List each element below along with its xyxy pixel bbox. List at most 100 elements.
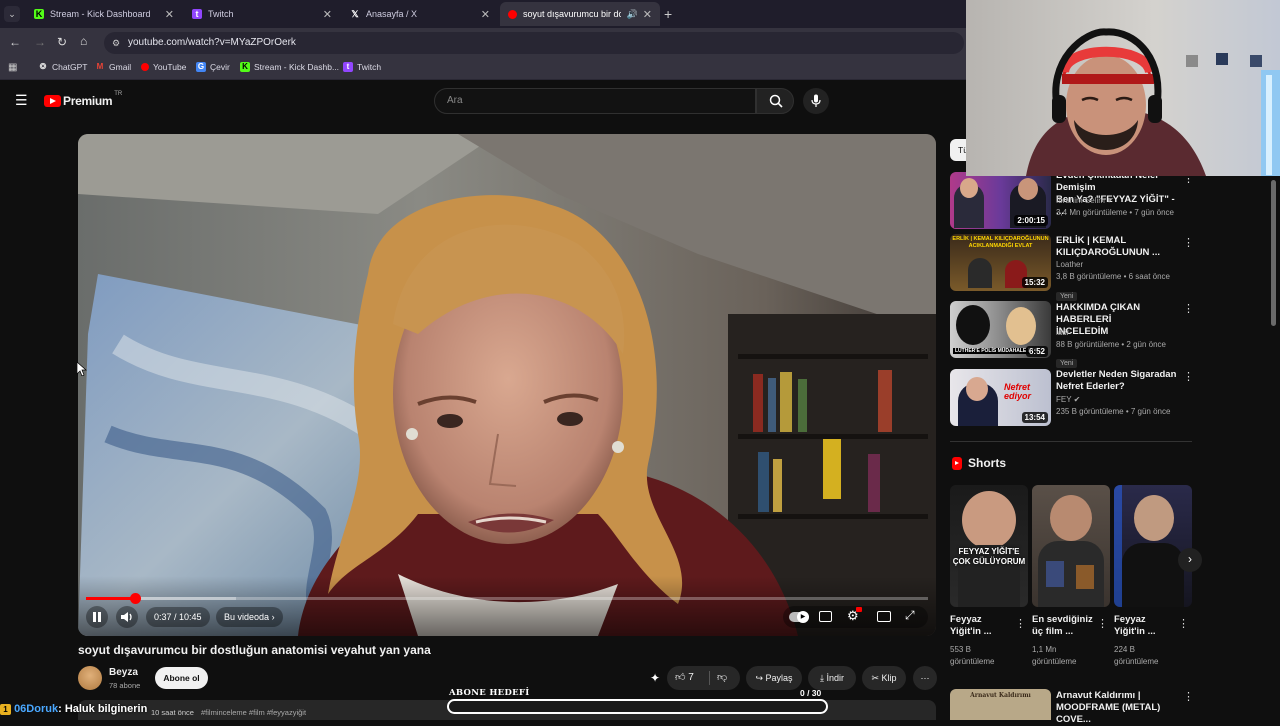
more-vertical-icon[interactable]: ⋮	[1183, 302, 1194, 315]
speaker-icon[interactable]: 🔊	[627, 9, 638, 20]
forward-icon[interactable]: →	[34, 35, 46, 49]
fullscreen-icon[interactable]: ⤢	[905, 608, 915, 623]
bookmark-label: Twitch	[357, 62, 382, 72]
webcam-overlay	[966, 0, 1280, 176]
back-icon[interactable]: ←	[9, 35, 21, 49]
short-thumbnail[interactable]	[1114, 485, 1192, 607]
shorts-next-button[interactable]: ›	[1178, 548, 1202, 572]
browser-tab-twitch[interactable]: t Twitch ✕	[184, 2, 340, 26]
bookmark-gmail[interactable]: M Gmail	[95, 62, 132, 72]
x-icon: 𝕏	[351, 9, 359, 19]
bookmark-chatgpt[interactable]: ❂ ChatGPT	[38, 62, 88, 72]
browser-tab-youtube[interactable]: soyut dışavurumcu bir dostl 🔊 ✕	[500, 2, 660, 26]
new-tab-button[interactable]: +	[664, 6, 672, 22]
webcam-image	[1026, 28, 1280, 176]
more-vertical-icon[interactable]: ⋮	[1178, 617, 1189, 630]
progress-track[interactable]	[86, 593, 928, 604]
title-line: üç film ...	[1032, 626, 1074, 637]
more-vertical-icon[interactable]: ⋮	[1183, 370, 1194, 383]
hamburger-menu-icon[interactable]: ☰	[15, 92, 28, 109]
close-icon[interactable]: ✕	[165, 8, 174, 21]
related-title[interactable]: ERLİK | KEMAL KILIÇDAROĞLUNUN ...	[1056, 235, 1181, 259]
clip-label: Klip	[881, 673, 897, 683]
translate-icon: G	[196, 62, 206, 72]
download-button[interactable]: ⤓ İndir	[808, 666, 856, 690]
thumbnail-caption: Arnavut Kaldırımı	[970, 692, 1031, 699]
related-channel[interactable]: ladr	[1056, 327, 1069, 339]
progress-scrubber[interactable]	[130, 593, 141, 604]
related-channel[interactable]: Loather	[1056, 259, 1083, 271]
bookmark-youtube[interactable]: YouTube	[141, 62, 186, 72]
youtube-logo[interactable]: Premium TR	[44, 91, 122, 108]
search-input[interactable]: Ara	[434, 88, 756, 114]
description-hashtags[interactable]: #filminceleme #film #feyyazyiğit	[201, 708, 306, 717]
pause-button[interactable]	[86, 606, 108, 628]
related-thumbnail[interactable]: Arnavut Kaldırımı	[950, 689, 1051, 720]
page-scrollbar[interactable]	[1271, 180, 1276, 326]
related-thumbnail[interactable]: LUTHER'E POLİS MÜDAHALE ETTİ 6:52	[950, 301, 1051, 358]
related-title[interactable]: Arnavut Kaldırımı | MOODFRAME (METAL) COV…	[1056, 690, 1181, 726]
more-vertical-icon[interactable]: ⋮	[1015, 617, 1026, 630]
related-thumbnail[interactable]: 2:00:15	[950, 172, 1051, 229]
clip-button[interactable]: ✂ Klip	[862, 666, 906, 690]
apps-grid-icon[interactable]: ▦	[8, 62, 17, 73]
channel-avatar[interactable]	[78, 666, 102, 690]
more-vertical-icon[interactable]: ⋮	[1183, 690, 1194, 703]
time-display: 0:37 / 10:45	[146, 607, 210, 627]
short-title[interactable]: En sevdiğiniz üç film ...	[1032, 614, 1093, 638]
search-button[interactable]	[756, 88, 794, 114]
related-channel[interactable]: İbrahim Selim ✔	[1056, 195, 1114, 207]
related-thumbnail[interactable]: Nefret ediyor 13:54	[950, 369, 1051, 426]
subscribe-button[interactable]: Abone ol	[155, 667, 208, 689]
reload-icon[interactable]: ↻	[57, 35, 67, 49]
short-title[interactable]: Feyyaz Yiğit'in ...	[950, 614, 992, 638]
video-duration: 13:54	[1021, 412, 1048, 423]
short-views: 1,1 Mn görüntüleme	[1032, 644, 1076, 668]
tab-label: soyut dışavurumcu bir dostl	[523, 9, 621, 19]
more-vertical-icon[interactable]: ⋮	[1183, 236, 1194, 249]
voice-search-button[interactable]	[803, 88, 829, 114]
title-line: ERLİK | KEMAL	[1056, 235, 1127, 246]
views-line: 553 B	[950, 645, 971, 654]
bookmark-twitch[interactable]: t Twitch	[343, 62, 381, 72]
more-vertical-icon[interactable]: ⋮	[1097, 617, 1108, 630]
video-duration: 2:00:15	[1014, 215, 1048, 226]
hype-icon[interactable]: ✦	[650, 671, 660, 685]
tab-list-button[interactable]: ⌄	[4, 6, 20, 22]
theater-mode-icon[interactable]	[877, 611, 891, 622]
related-thumbnail[interactable]: ERLİK | KEMAL KILIÇDAROĞLUNUN ACIKLANMAD…	[950, 234, 1051, 291]
bookmark-label: Gmail	[109, 62, 132, 72]
video-player[interactable]: 0:37 / 10:45 Bu videoda › ▶ ⚙ ⤢	[78, 134, 936, 636]
close-icon[interactable]: ✕	[643, 8, 652, 21]
dislike-button[interactable]: 👎︎	[717, 666, 727, 690]
url-field[interactable]: ⚙ youtube.com/watch?v=MYaZPOrOerk	[104, 32, 964, 54]
close-icon[interactable]: ✕	[481, 8, 490, 21]
subtitles-icon[interactable]	[819, 611, 832, 622]
browser-tab-x[interactable]: 𝕏 Anasayfa / X ✕	[342, 2, 498, 26]
short-views: 553 B görüntüleme	[950, 644, 994, 668]
bookmark-translate[interactable]: G Çevir	[196, 62, 230, 72]
channel-name[interactable]: Beyza	[109, 667, 138, 678]
short-title[interactable]: Feyyaz Yiğit'in ...	[1114, 614, 1156, 638]
verified-icon: ✔	[1107, 196, 1114, 205]
url-text: youtube.com/watch?v=MYaZPOrOerk	[128, 37, 296, 48]
autoplay-toggle[interactable]: ▶	[789, 611, 809, 623]
short-thumbnail[interactable]	[1032, 485, 1110, 607]
home-icon[interactable]: ⌂	[80, 34, 87, 48]
more-actions-button[interactable]: ⋯	[913, 666, 937, 690]
share-button[interactable]: ↪ Paylaş	[746, 666, 802, 690]
volume-button[interactable]	[116, 606, 138, 628]
short-thumbnail[interactable]: FEYYAZ YİĞİT'E ÇOK GÜLÜYORUM	[950, 485, 1028, 607]
search-icon	[769, 94, 783, 108]
related-title[interactable]: HAKKIMDA ÇIKAN HABERLERİ İNCELEDİM	[1056, 302, 1181, 338]
close-icon[interactable]: ✕	[323, 8, 332, 21]
related-channel[interactable]: FEY ✔	[1056, 394, 1080, 406]
like-button[interactable]: 👍︎ 7	[675, 666, 694, 690]
bookmark-kick[interactable]: K Stream - Kick Dashb...	[240, 62, 339, 72]
related-title[interactable]: Devletler Neden Sigaradan Nefret Ederler?	[1056, 369, 1181, 393]
browser-tab-kick[interactable]: K Stream - Kick Dashboard ✕	[26, 2, 182, 26]
site-info-icon[interactable]: ⚙	[112, 32, 120, 54]
chapter-button[interactable]: Bu videoda ›	[216, 607, 283, 627]
views-line: 224 B	[1114, 645, 1135, 654]
short-views: 224 B görüntüleme	[1114, 644, 1158, 668]
